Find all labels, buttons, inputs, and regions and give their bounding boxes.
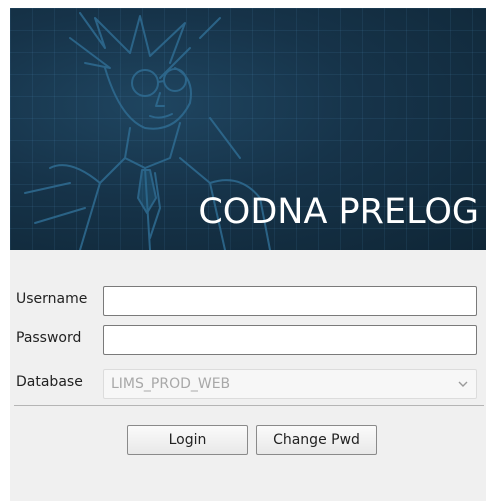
app-title: CODNA PRELOG xyxy=(198,192,479,232)
username-label: Username xyxy=(16,291,88,307)
password-row: Password xyxy=(10,323,486,357)
database-select[interactable]: LIMS_PROD_WEB xyxy=(103,369,477,399)
database-row: Database LIMS_PROD_WEB xyxy=(10,367,486,401)
divider xyxy=(14,405,484,406)
database-label: Database xyxy=(16,374,83,390)
password-label: Password xyxy=(16,330,82,346)
database-selected-value: LIMS_PROD_WEB xyxy=(111,376,231,392)
login-window: CODNA PRELOG Username Password Database … xyxy=(10,8,486,501)
password-input[interactable] xyxy=(103,325,477,355)
change-password-button[interactable]: Change Pwd xyxy=(256,425,377,455)
login-form: Username Password Database LIMS_PROD_WEB… xyxy=(10,250,486,501)
chevron-down-icon xyxy=(458,381,468,387)
username-input[interactable] xyxy=(103,286,477,316)
login-button[interactable]: Login xyxy=(127,425,248,455)
banner: CODNA PRELOG xyxy=(10,8,486,250)
username-row: Username xyxy=(10,284,486,318)
